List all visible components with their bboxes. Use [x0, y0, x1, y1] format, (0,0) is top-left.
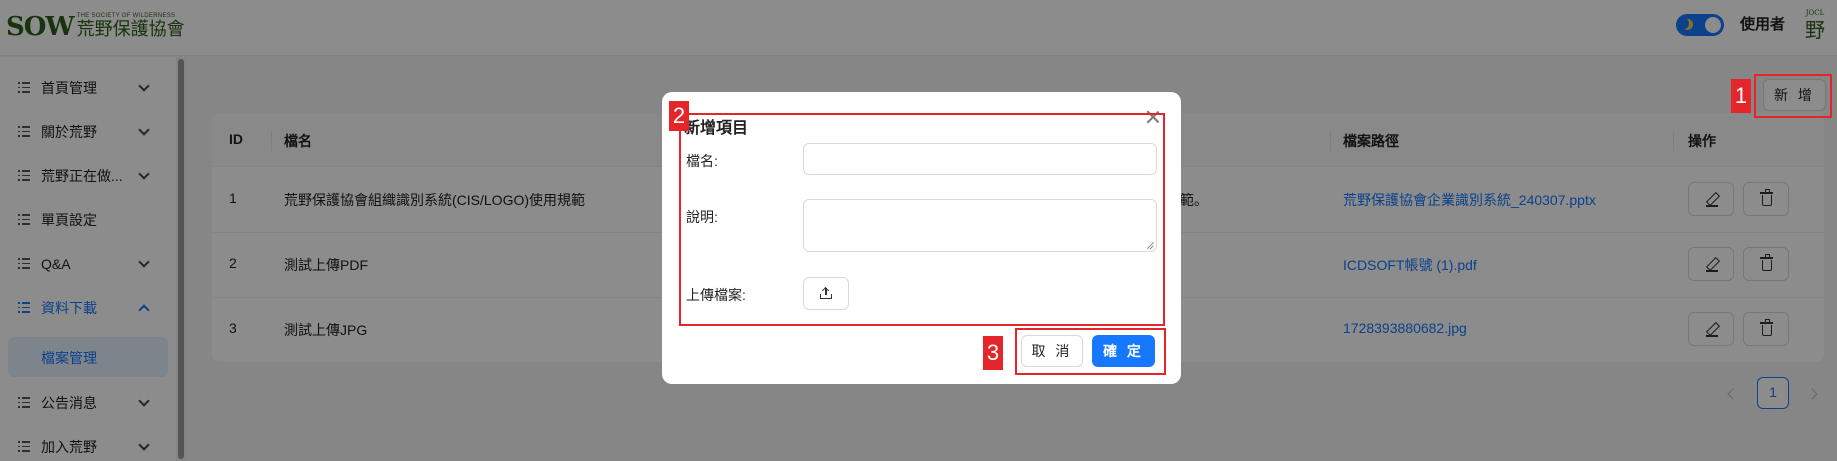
annotation-box-2 — [679, 113, 1165, 326]
annotation-number-1: 1 — [1731, 79, 1751, 113]
annotation-number-3: 3 — [983, 336, 1003, 370]
annotation-number-2: 2 — [669, 101, 689, 131]
annotation-box-3 — [1015, 328, 1166, 375]
annotation-box-1 — [1754, 74, 1832, 118]
